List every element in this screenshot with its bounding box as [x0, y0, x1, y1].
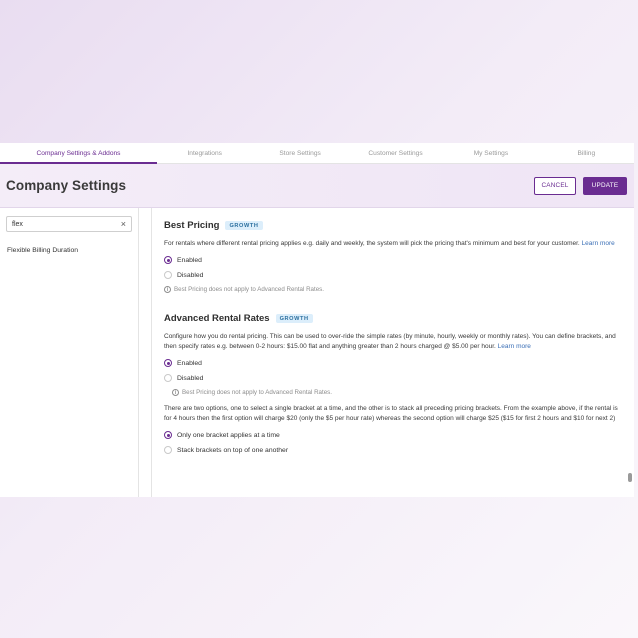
search-value: flex [12, 220, 23, 228]
best-pricing-enabled-option[interactable]: Enabled [164, 256, 622, 264]
update-button[interactable]: UPDATE [583, 176, 627, 195]
app-window: Company Settings & Addons Integrations S… [0, 143, 634, 497]
option-label: Disabled [177, 271, 204, 279]
cancel-button[interactable]: CANCEL [534, 176, 576, 195]
tab-company-settings[interactable]: Company Settings & Addons [0, 143, 157, 164]
radio-unchecked-icon[interactable] [164, 374, 172, 382]
radio-checked-icon[interactable] [164, 256, 172, 264]
settings-main: Best Pricing GROWTH For rentals where di… [152, 208, 634, 497]
info-icon: i [172, 389, 179, 396]
growth-badge: GROWTH [225, 221, 263, 230]
best-pricing-desc-text: For rentals where different rental prici… [164, 240, 580, 247]
best-pricing-description: For rentals where different rental prici… [164, 239, 622, 249]
option-label: Enabled [177, 256, 202, 264]
clear-icon[interactable]: × [121, 219, 126, 229]
bracket-description: There are two options, one to select a s… [164, 405, 618, 422]
radio-unchecked-icon[interactable] [164, 271, 172, 279]
advanced-rates-enabled-option[interactable]: Enabled [164, 359, 622, 367]
growth-badge: GROWTH [275, 314, 313, 323]
tab-integrations[interactable]: Integrations [157, 143, 252, 163]
sidebar-divider [139, 208, 152, 497]
top-tabs: Company Settings & Addons Integrations S… [0, 143, 634, 164]
tab-customer-settings[interactable]: Customer Settings [348, 143, 443, 163]
option-label: Stack brackets on top of one another [177, 446, 289, 454]
sidebar: flex × Flexible Billing Duration [0, 208, 139, 497]
best-pricing-note: i Best Pricing does not apply to Advance… [164, 286, 622, 293]
tab-store-settings[interactable]: Store Settings [252, 143, 347, 163]
tab-billing[interactable]: Billing [539, 143, 634, 163]
best-pricing-disabled-option[interactable]: Disabled [164, 271, 622, 279]
advanced-rates-note: i Best Pricing does not apply to Advance… [164, 389, 622, 396]
content-area: flex × Flexible Billing Duration Best Pr… [0, 208, 634, 497]
search-result-item[interactable]: Flexible Billing Duration [6, 247, 132, 254]
learn-more-link[interactable]: Learn more [582, 240, 615, 247]
best-pricing-header: Best Pricing GROWTH [164, 220, 622, 231]
stack-brackets-option[interactable]: Stack brackets on top of one another [164, 446, 622, 454]
advanced-rates-title: Advanced Rental Rates [164, 313, 270, 324]
info-icon: i [164, 286, 171, 293]
radio-checked-icon[interactable] [164, 359, 172, 367]
scrollbar-thumb[interactable] [628, 473, 632, 482]
advanced-rates-desc-text: Configure how you do rental pricing. Thi… [164, 333, 616, 350]
tab-my-settings[interactable]: My Settings [443, 143, 538, 163]
learn-more-link[interactable]: Learn more [498, 343, 531, 350]
advanced-rates-description: Configure how you do rental pricing. Thi… [164, 332, 622, 352]
option-label: Enabled [177, 359, 202, 367]
best-pricing-title: Best Pricing [164, 220, 220, 231]
header-actions: CANCEL UPDATE [534, 176, 627, 195]
option-label: Disabled [177, 374, 204, 382]
radio-unchecked-icon[interactable] [164, 446, 172, 454]
radio-checked-icon[interactable] [164, 431, 172, 439]
search-input[interactable]: flex × [6, 216, 132, 232]
note-text: Best Pricing does not apply to Advanced … [182, 389, 332, 396]
page-header: Company Settings CANCEL UPDATE [0, 164, 634, 208]
option-label: Only one bracket applies at a time [177, 431, 280, 439]
note-text: Best Pricing does not apply to Advanced … [174, 286, 324, 293]
advanced-rates-disabled-option[interactable]: Disabled [164, 374, 622, 382]
page-title: Company Settings [6, 178, 127, 193]
advanced-rates-header: Advanced Rental Rates GROWTH [164, 313, 622, 324]
single-bracket-option[interactable]: Only one bracket applies at a time [164, 431, 622, 439]
